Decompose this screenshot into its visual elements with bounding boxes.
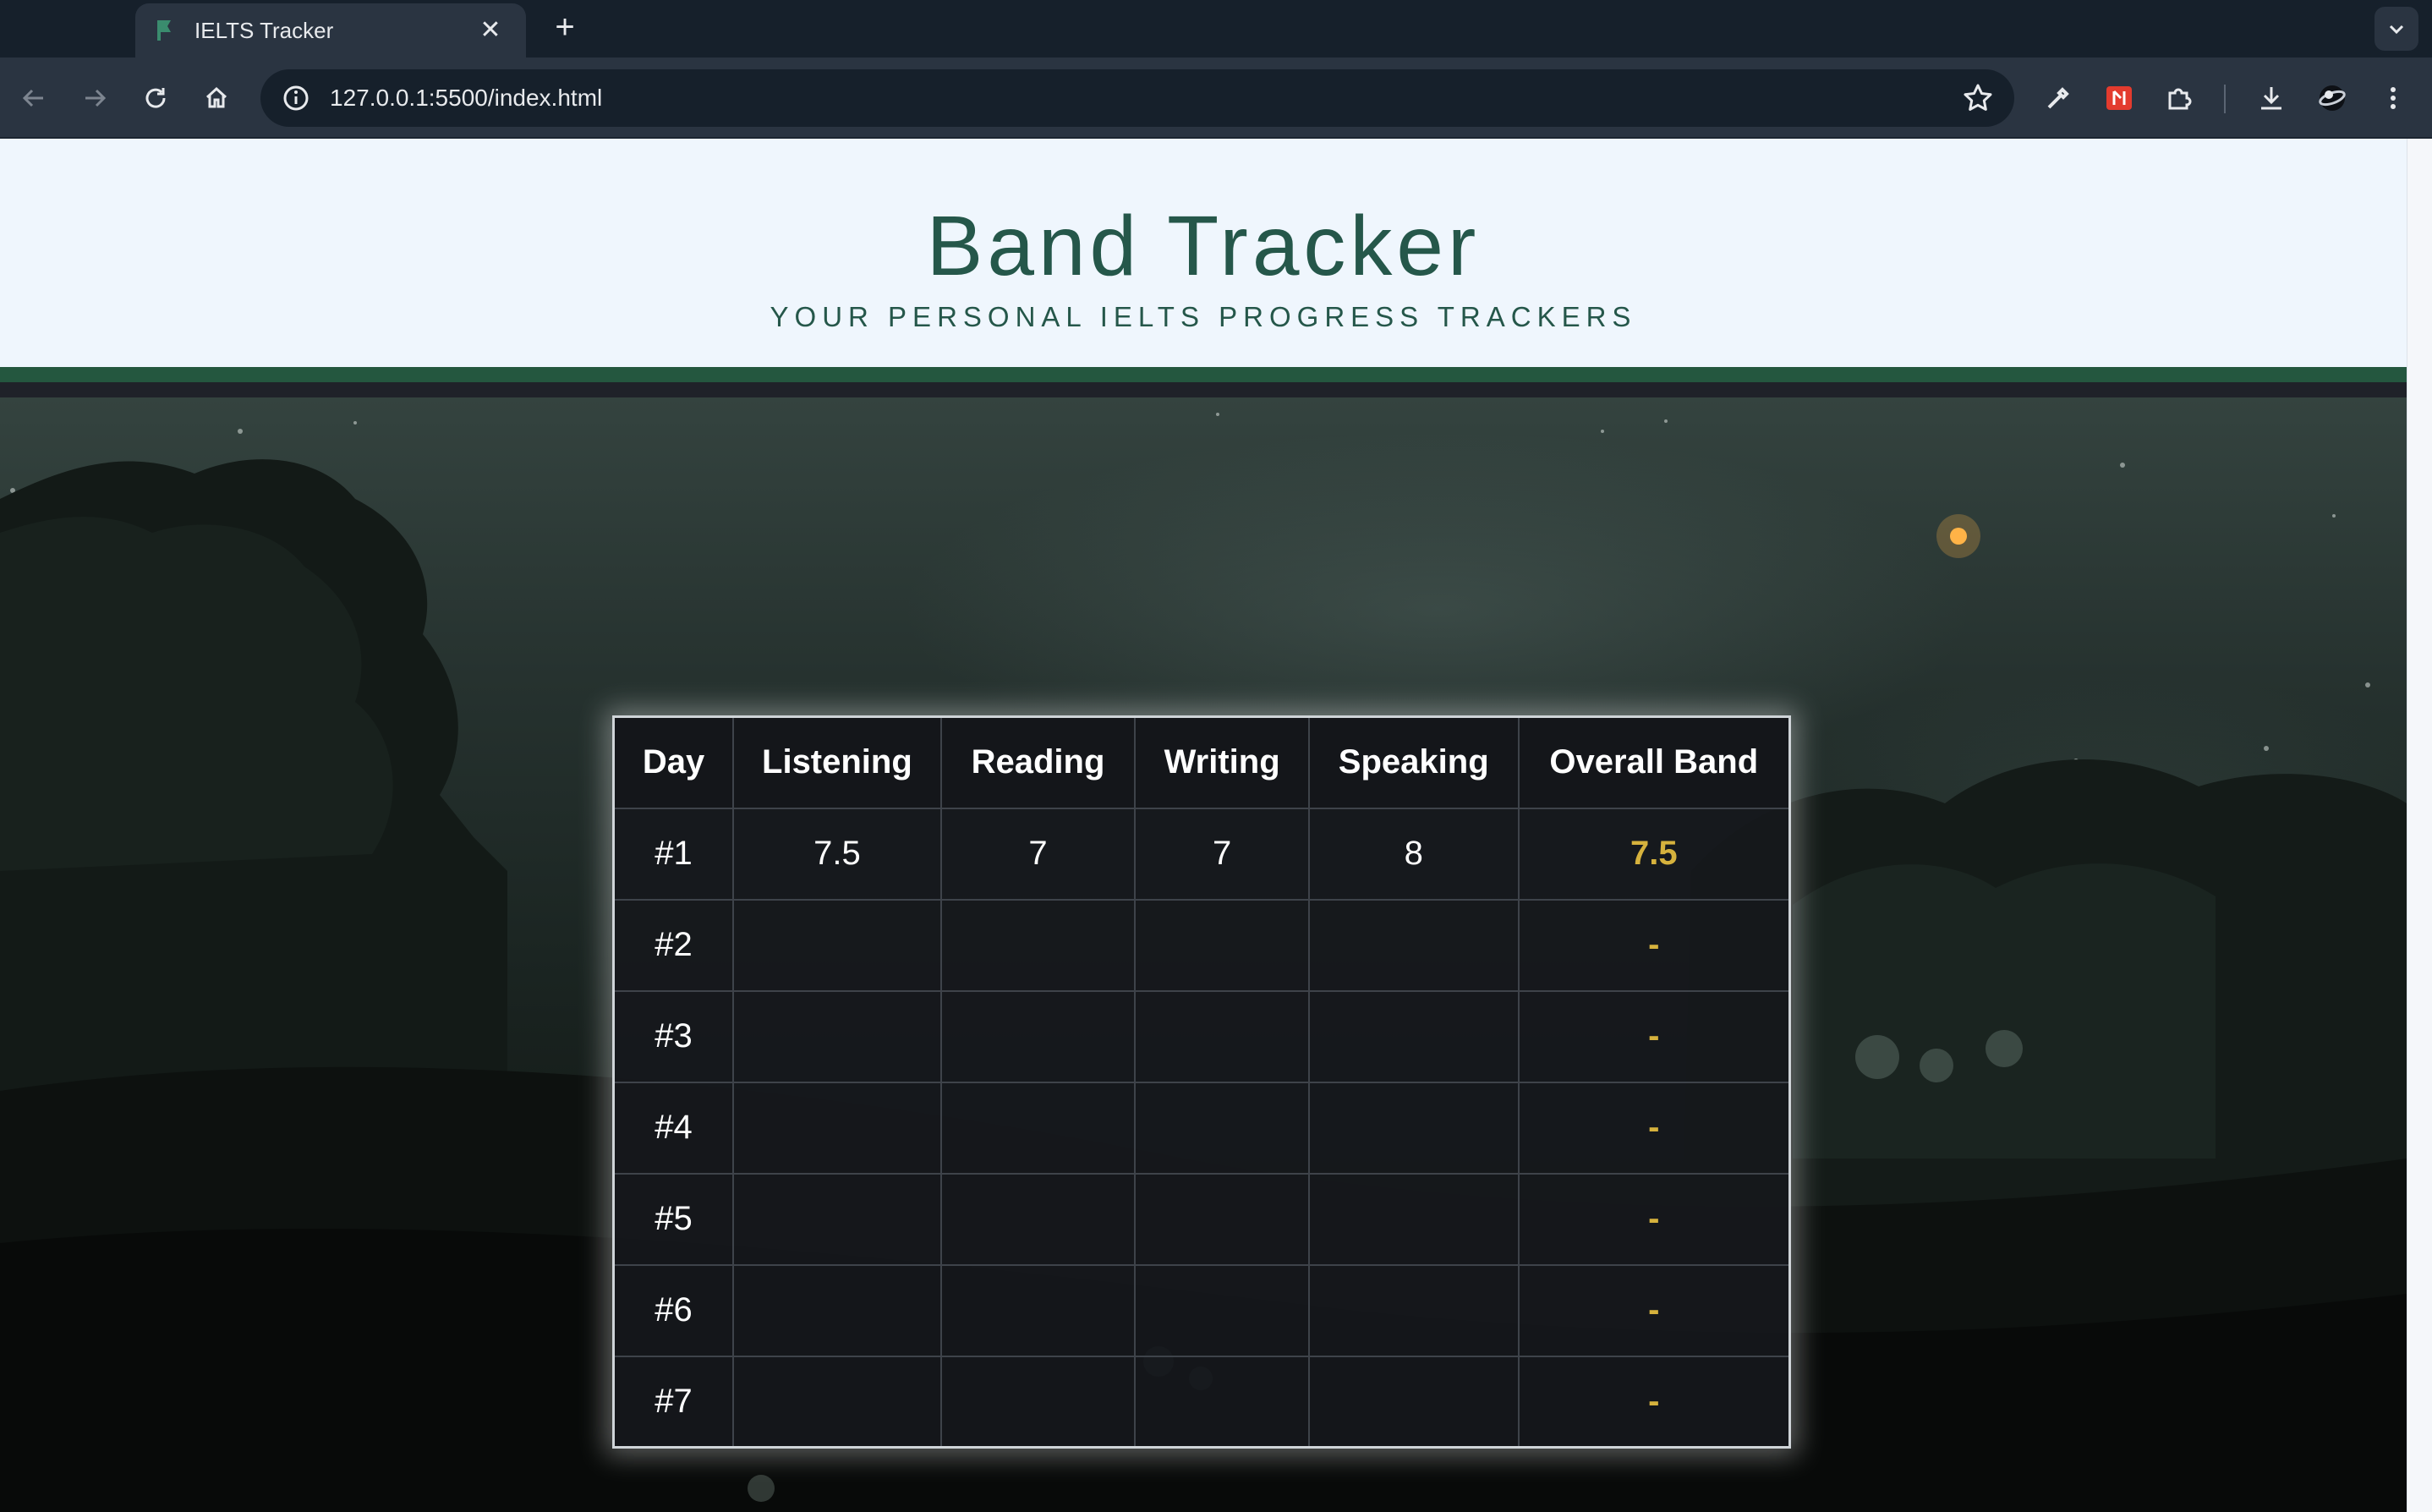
eyedropper-icon[interactable]	[2040, 79, 2077, 117]
speaking-score-cell[interactable]	[1307, 1355, 1520, 1449]
overall-band-cell: -	[1517, 1172, 1791, 1266]
page-viewport: Band Tracker YOUR PERSONAL IELTS PROGRES…	[0, 139, 2407, 1512]
listening-score-cell[interactable]: 7.5	[732, 807, 942, 901]
page-title: Band Tracker	[926, 199, 1481, 293]
page-subtitle: YOUR PERSONAL IELTS PROGRESS TRACKERS	[770, 301, 1637, 332]
browser-tab-strip: IELTS Tracker ✕ +	[0, 0, 2432, 58]
tab-close-icon[interactable]: ✕	[475, 15, 506, 46]
listening-score-cell[interactable]	[732, 1081, 942, 1175]
reading-score-cell[interactable]	[939, 1263, 1137, 1357]
listening-score-cell[interactable]	[732, 1172, 942, 1266]
night-forest-background: Day Listening Reading Writing Speaking O…	[0, 397, 2407, 1512]
writing-score-cell[interactable]	[1134, 1263, 1310, 1357]
column-header-reading: Reading	[939, 715, 1137, 809]
day-cell: #1	[612, 807, 735, 901]
listening-score-cell[interactable]	[732, 1355, 942, 1449]
day-cell: #2	[612, 898, 735, 992]
browser-tab[interactable]: IELTS Tracker ✕	[135, 3, 526, 58]
day-cell: #6	[612, 1263, 735, 1357]
home-icon[interactable]	[196, 78, 237, 118]
listening-score-cell[interactable]	[732, 1263, 942, 1357]
reading-score-cell[interactable]	[939, 1355, 1137, 1449]
overall-band-cell: -	[1517, 1263, 1791, 1357]
day-cell: #3	[612, 989, 735, 1083]
profile-avatar-icon[interactable]	[2314, 79, 2351, 117]
table-row: #6 -	[612, 1263, 1791, 1357]
writing-score-cell[interactable]	[1134, 1355, 1310, 1449]
day-cell: #4	[612, 1081, 735, 1175]
url-text[interactable]: 127.0.0.1:5500/index.html	[330, 85, 1962, 112]
speaking-score-cell[interactable]	[1307, 1263, 1520, 1357]
writing-score-cell[interactable]	[1134, 898, 1310, 992]
column-header-speaking: Speaking	[1307, 715, 1520, 809]
tab-title: IELTS Tracker	[194, 17, 334, 43]
tab-search-chevron-icon[interactable]	[2374, 7, 2418, 51]
writing-score-cell[interactable]: 7	[1134, 807, 1310, 901]
overall-band-cell: -	[1517, 1355, 1791, 1449]
writing-score-cell[interactable]	[1134, 1081, 1310, 1175]
address-bar[interactable]: 127.0.0.1:5500/index.html	[260, 69, 2014, 127]
download-icon[interactable]	[2253, 79, 2290, 117]
table-row: #5 -	[612, 1172, 1791, 1266]
overall-band-cell: 7.5	[1517, 807, 1791, 901]
browser-toolbar: 127.0.0.1:5500/index.html	[0, 58, 2432, 139]
reading-score-cell[interactable]	[939, 898, 1137, 992]
day-cell: #7	[612, 1355, 735, 1449]
overall-band-cell: -	[1517, 1081, 1791, 1175]
site-info-icon[interactable]	[281, 83, 311, 113]
extensions-puzzle-icon[interactable]	[2161, 79, 2199, 117]
kebab-menu-icon[interactable]	[2374, 79, 2412, 117]
toolbar-separator	[2224, 85, 2226, 113]
reading-score-cell[interactable]	[939, 1081, 1137, 1175]
table-row: #1 7.5 7 7 8 7.5	[612, 807, 1791, 901]
writing-score-cell[interactable]	[1134, 1172, 1310, 1266]
table-row: #4 -	[612, 1081, 1791, 1175]
speaking-score-cell[interactable]	[1307, 989, 1520, 1083]
table-header-row: Day Listening Reading Writing Speaking O…	[612, 715, 1791, 809]
band-score-table: Day Listening Reading Writing Speaking O…	[612, 715, 1791, 1449]
listening-score-cell[interactable]	[732, 989, 942, 1083]
speaking-score-cell[interactable]	[1307, 898, 1520, 992]
speaking-score-cell[interactable]	[1307, 1081, 1520, 1175]
site-header: Band Tracker YOUR PERSONAL IELTS PROGRES…	[0, 139, 2407, 382]
page-scrollbar[interactable]	[2407, 139, 2432, 1512]
bookmark-star-icon[interactable]	[1962, 82, 1994, 114]
writing-score-cell[interactable]	[1134, 989, 1310, 1083]
column-header-day: Day	[612, 715, 735, 809]
listening-score-cell[interactable]	[732, 898, 942, 992]
table-row: #2 -	[612, 898, 1791, 992]
table-row: #7 -	[612, 1355, 1791, 1449]
column-header-listening: Listening	[732, 715, 942, 809]
overall-band-cell: -	[1517, 989, 1791, 1083]
reading-score-cell[interactable]	[939, 1172, 1137, 1266]
pdf-extension-icon[interactable]	[2101, 79, 2138, 117]
table-row: #3 -	[612, 989, 1791, 1083]
reload-icon[interactable]	[135, 78, 176, 118]
column-header-writing: Writing	[1134, 715, 1310, 809]
speaking-score-cell[interactable]	[1307, 1172, 1520, 1266]
new-tab-button[interactable]: +	[545, 7, 585, 47]
speaking-score-cell[interactable]: 8	[1307, 807, 1520, 901]
reading-score-cell[interactable]	[939, 989, 1137, 1083]
overall-band-cell: -	[1517, 898, 1791, 992]
day-cell: #5	[612, 1172, 735, 1266]
reading-score-cell[interactable]: 7	[939, 807, 1137, 901]
forward-icon[interactable]	[74, 78, 115, 118]
column-header-overall-band: Overall Band	[1517, 715, 1791, 809]
bookmark-favicon-icon	[156, 19, 176, 41]
back-icon[interactable]	[14, 78, 54, 118]
